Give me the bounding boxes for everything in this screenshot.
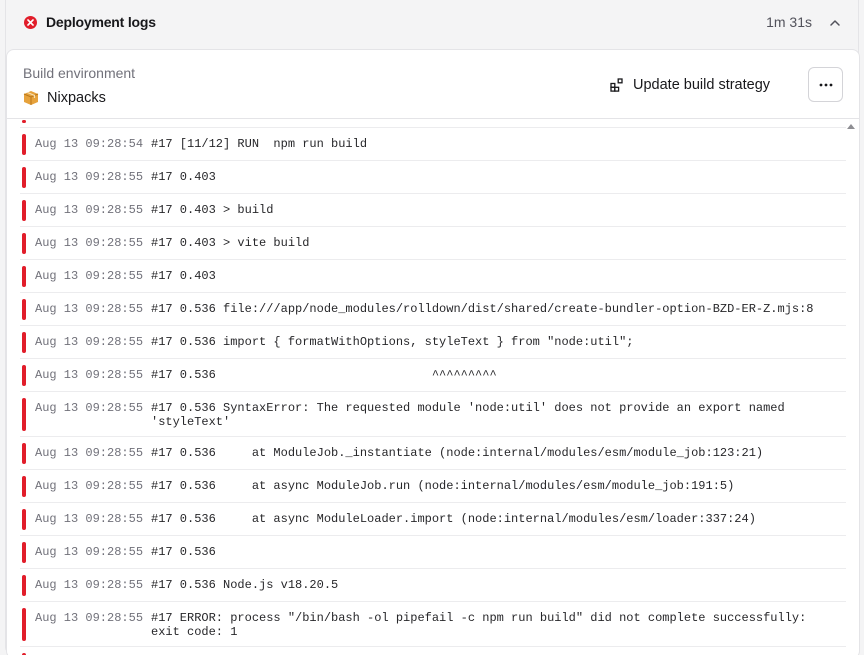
log-row: Aug 13 09:28:55 #17 0.536 ^^^^^^^^^ (20, 359, 846, 392)
log-row-partial (20, 647, 846, 655)
error-level-bar (22, 398, 26, 431)
blocks-icon (610, 78, 623, 92)
error-level-bar (22, 266, 26, 287)
error-level-bar (22, 509, 26, 530)
error-level-bar (22, 134, 26, 155)
update-build-strategy-label: Update build strategy (633, 77, 771, 93)
logs-panel: Build environment Nixpacks Update build … (6, 49, 860, 655)
log-row: Aug 13 09:28:54 #17 [11/12] RUN npm run b… (20, 128, 846, 161)
log-row: Aug 13 09:28:55 #17 0.403 (20, 161, 846, 194)
log-timestamp: Aug 13 09:28:55 (35, 401, 144, 415)
scroll-up-arrow-icon[interactable] (847, 124, 855, 129)
log-row: Aug 13 09:28:55 #17 0.536 import { format… (20, 326, 846, 359)
chevron-up-icon[interactable] (828, 16, 842, 30)
error-level-bar (22, 120, 26, 123)
log-message: #17 0.536 at async ModuleLoader.import (… (151, 512, 756, 526)
log-timestamp: Aug 13 09:28:55 (35, 578, 144, 592)
error-level-bar (22, 200, 26, 221)
duration-label: 1m 31s (766, 14, 812, 30)
update-build-strategy-button[interactable]: Update build strategy (610, 73, 770, 97)
log-row: Aug 13 09:28:55 #17 0.536 at async Module… (20, 503, 846, 536)
build-environment-value: Nixpacks (23, 90, 106, 106)
log-row: Aug 13 09:28:55 #17 ERROR: process "/bin/… (20, 602, 846, 647)
error-level-bar (22, 233, 26, 254)
error-level-bar (22, 299, 26, 320)
log-timestamp: Aug 13 09:28:55 (35, 611, 144, 625)
log-message: #17 0.536 at async ModuleJob.run (node:i… (151, 479, 735, 493)
log-message: #17 ERROR: process "/bin/bash -ol pipefa… (151, 611, 807, 639)
environment-name: Nixpacks (47, 90, 106, 106)
log-viewer[interactable]: Aug 13 09:28:54 #17 [11/12] RUN npm run b… (7, 120, 859, 655)
log-timestamp: Aug 13 09:28:55 (35, 203, 144, 217)
log-row: Aug 13 09:28:55 #17 0.403 (20, 260, 846, 293)
log-message: #17 0.403 (151, 269, 216, 283)
log-message: #17 0.403 > vite build (151, 236, 310, 250)
log-timestamp: Aug 13 09:28:55 (35, 170, 144, 184)
section-title: Deployment logs (46, 14, 156, 30)
log-message: #17 0.403 > build (151, 203, 274, 217)
log-row: Aug 13 09:28:55 #17 0.536 (20, 536, 846, 569)
log-timestamp: Aug 13 09:28:55 (35, 512, 144, 526)
log-message: #17 [11/12] RUN npm run build (151, 137, 368, 151)
log-timestamp: Aug 13 09:28:55 (35, 368, 144, 382)
log-timestamp: Aug 13 09:28:55 (35, 236, 144, 250)
log-row-partial (20, 120, 846, 128)
more-horizontal-icon (819, 83, 832, 86)
log-message: #17 0.536 import { formatWithOptions, st… (151, 335, 634, 349)
error-level-bar (22, 575, 26, 596)
log-timestamp: Aug 13 09:28:55 (35, 335, 144, 349)
log-timestamp: Aug 13 09:28:55 (35, 302, 144, 316)
log-row: Aug 13 09:28:55 #17 0.403 > vite build (20, 227, 846, 260)
log-row: Aug 13 09:28:55 #17 0.536 Node.js v18.20.… (20, 569, 846, 602)
build-environment-section: Build environment Nixpacks Update build … (7, 50, 859, 119)
error-level-bar (22, 608, 26, 641)
log-timestamp: Aug 13 09:28:55 (35, 479, 144, 493)
error-level-bar (22, 443, 26, 464)
error-icon (24, 16, 37, 29)
error-level-bar (22, 167, 26, 188)
build-environment-label: Build environment (23, 65, 136, 81)
log-message: #17 0.536 ^^^^^^^^^ (151, 368, 497, 382)
log-row: Aug 13 09:28:55 #17 0.536 SyntaxError: Th… (20, 392, 846, 437)
package-icon (23, 91, 39, 105)
log-message: #17 0.403 (151, 170, 216, 184)
log-message: #17 0.536 (151, 545, 216, 559)
log-list: Aug 13 09:28:54 #17 [11/12] RUN npm run b… (20, 120, 846, 655)
log-timestamp: Aug 13 09:28:55 (35, 446, 144, 460)
log-row: Aug 13 09:28:55 #17 0.536 at async Module… (20, 470, 846, 503)
log-timestamp: Aug 13 09:28:55 (35, 545, 144, 559)
log-timestamp: Aug 13 09:28:54 (35, 137, 144, 151)
log-message: #17 0.536 at ModuleJob._instantiate (nod… (151, 446, 764, 460)
deployment-logs-header[interactable]: Deployment logs 1m 31s (6, 0, 860, 46)
log-message: #17 0.536 file:///app/node_modules/rolld… (151, 302, 814, 316)
log-message: #17 0.536 SyntaxError: The requested mod… (151, 401, 785, 429)
more-options-button[interactable] (808, 67, 843, 102)
error-level-bar (22, 476, 26, 497)
error-level-bar (22, 332, 26, 353)
log-row: Aug 13 09:28:55 #17 0.536 at ModuleJob._i… (20, 437, 846, 470)
error-level-bar (22, 365, 26, 386)
log-row: Aug 13 09:28:55 #17 0.403 > build (20, 194, 846, 227)
log-message: #17 0.536 Node.js v18.20.5 (151, 578, 339, 592)
error-level-bar (22, 542, 26, 563)
log-row: Aug 13 09:28:55 #17 0.536 file:///app/nod… (20, 293, 846, 326)
deployment-logs-card: Deployment logs 1m 31s Build environment… (5, 0, 860, 655)
log-timestamp: Aug 13 09:28:55 (35, 269, 144, 283)
